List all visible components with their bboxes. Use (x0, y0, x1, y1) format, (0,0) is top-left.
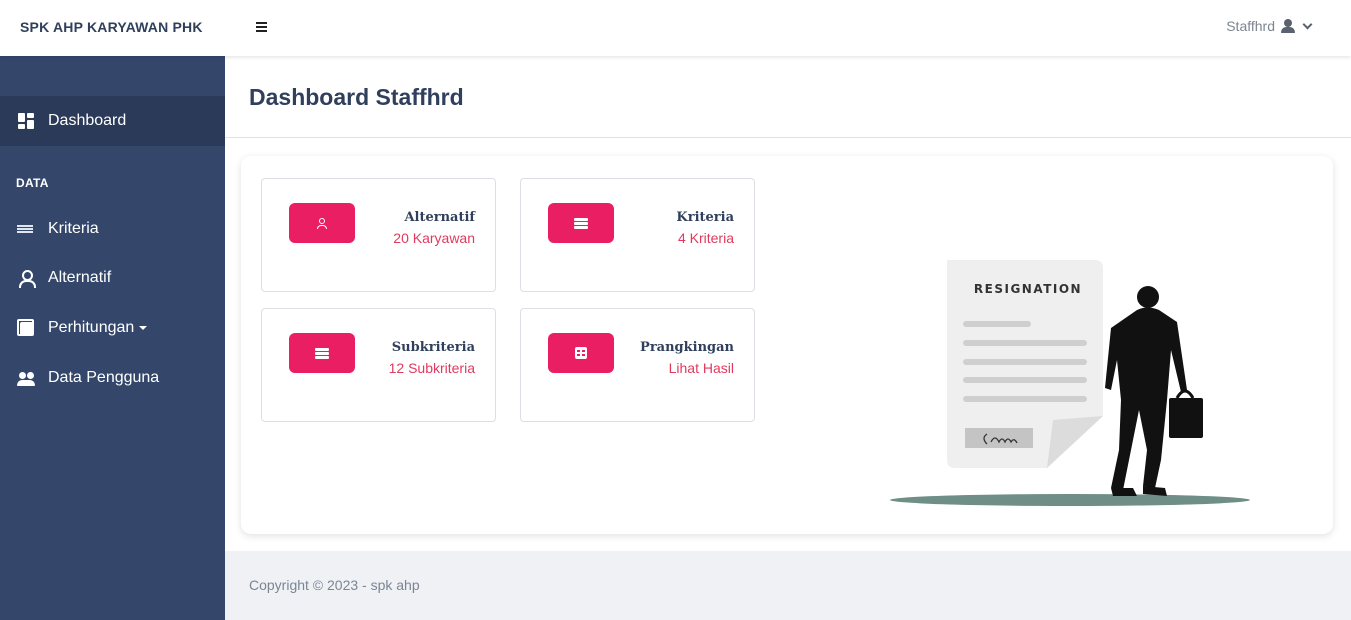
sidebar-item-dashboard[interactable]: Dashboard (0, 96, 225, 146)
card-subtitle: Lihat Hasil (668, 360, 734, 376)
chevron-down-icon (1302, 19, 1313, 29)
person-icon (317, 217, 327, 229)
card-icon-button[interactable] (289, 203, 355, 243)
man-head (1137, 286, 1159, 308)
user-menu[interactable]: Staffhrd (1226, 18, 1313, 34)
page-header: Dashboard Staffhrd (225, 56, 1351, 138)
ground-shadow (890, 494, 1250, 506)
page-title: Dashboard Staffhrd (249, 84, 464, 110)
sidebar-item-label: Data Pengguna (48, 369, 160, 386)
card-alternatif[interactable]: Alternatif 20 Karyawan (261, 178, 496, 292)
caret-down-icon (139, 326, 148, 330)
card-prangkingan[interactable]: Prangkingan Lihat Hasil (520, 308, 755, 422)
resignation-illustration: RESIGNATION (890, 260, 1250, 506)
calculator-icon (575, 347, 587, 359)
card-title: Alternatif (404, 210, 475, 225)
document-line (963, 396, 1087, 402)
card-icon-button[interactable] (289, 333, 355, 373)
menu-icon[interactable] (256, 20, 270, 36)
sidebar-item-label: Dashboard (48, 112, 127, 129)
sidebar-item-perhitungan[interactable]: Perhitungan (0, 303, 225, 353)
man-shoe (1111, 488, 1137, 496)
document-line (963, 340, 1087, 346)
list-icon (315, 347, 329, 359)
user-icon (1281, 19, 1295, 33)
signature-box (965, 428, 1033, 448)
document-line (963, 377, 1087, 383)
sidebar: Dashboard DATA Kriteria Alternatif Perhi… (0, 56, 225, 620)
sidebar-item-label: Perhitungan (48, 319, 135, 336)
user-name: Staffhrd (1226, 18, 1275, 34)
card-subkriteria[interactable]: Subkriteria 12 Subkriteria (261, 308, 496, 422)
man-shoe (1143, 486, 1167, 496)
card-icon-button[interactable] (548, 203, 614, 243)
sidebar-item-data-pengguna[interactable]: Data Pengguna (0, 353, 225, 403)
document-heading: RESIGNATION (974, 282, 1082, 296)
bag-handle (1175, 389, 1195, 399)
copyright-text: Copyright © 2023 - spk ahp (249, 577, 420, 593)
users-icon (17, 369, 35, 387)
app-brand[interactable]: SPK AHP KARYAWAN PHK (20, 19, 203, 35)
sidebar-section-heading: DATA (16, 176, 49, 190)
card-subtitle: 12 Subkriteria (388, 360, 475, 376)
dashboard-icon (17, 112, 35, 130)
card-title: Kriteria (676, 210, 734, 225)
card-icon-button[interactable] (548, 333, 614, 373)
person-icon (17, 269, 36, 288)
top-navbar: SPK AHP KARYAWAN PHK Staffhrd (0, 0, 1351, 56)
list-icon (574, 217, 588, 229)
sidebar-item-label: Alternatif (48, 269, 112, 286)
card-subtitle: 4 Kriteria (677, 230, 734, 246)
card-subtitle: 20 Karyawan (393, 230, 475, 246)
document-line (963, 359, 1087, 365)
briefcase-bag (1169, 398, 1203, 438)
card-title: Subkriteria (391, 340, 475, 355)
footer: Copyright © 2023 - spk ahp (225, 551, 1351, 620)
document-fold (1047, 416, 1103, 468)
document-line (963, 321, 1031, 327)
list-icon (17, 220, 35, 238)
sidebar-item-alternatif[interactable]: Alternatif (0, 253, 225, 303)
sidebar-item-kriteria[interactable]: Kriteria (0, 204, 225, 254)
card-kriteria[interactable]: Kriteria 4 Kriteria (520, 178, 755, 292)
card-title: Prangkingan (640, 340, 734, 355)
sidebar-item-label: Kriteria (48, 220, 99, 237)
calculator-icon (17, 319, 35, 337)
